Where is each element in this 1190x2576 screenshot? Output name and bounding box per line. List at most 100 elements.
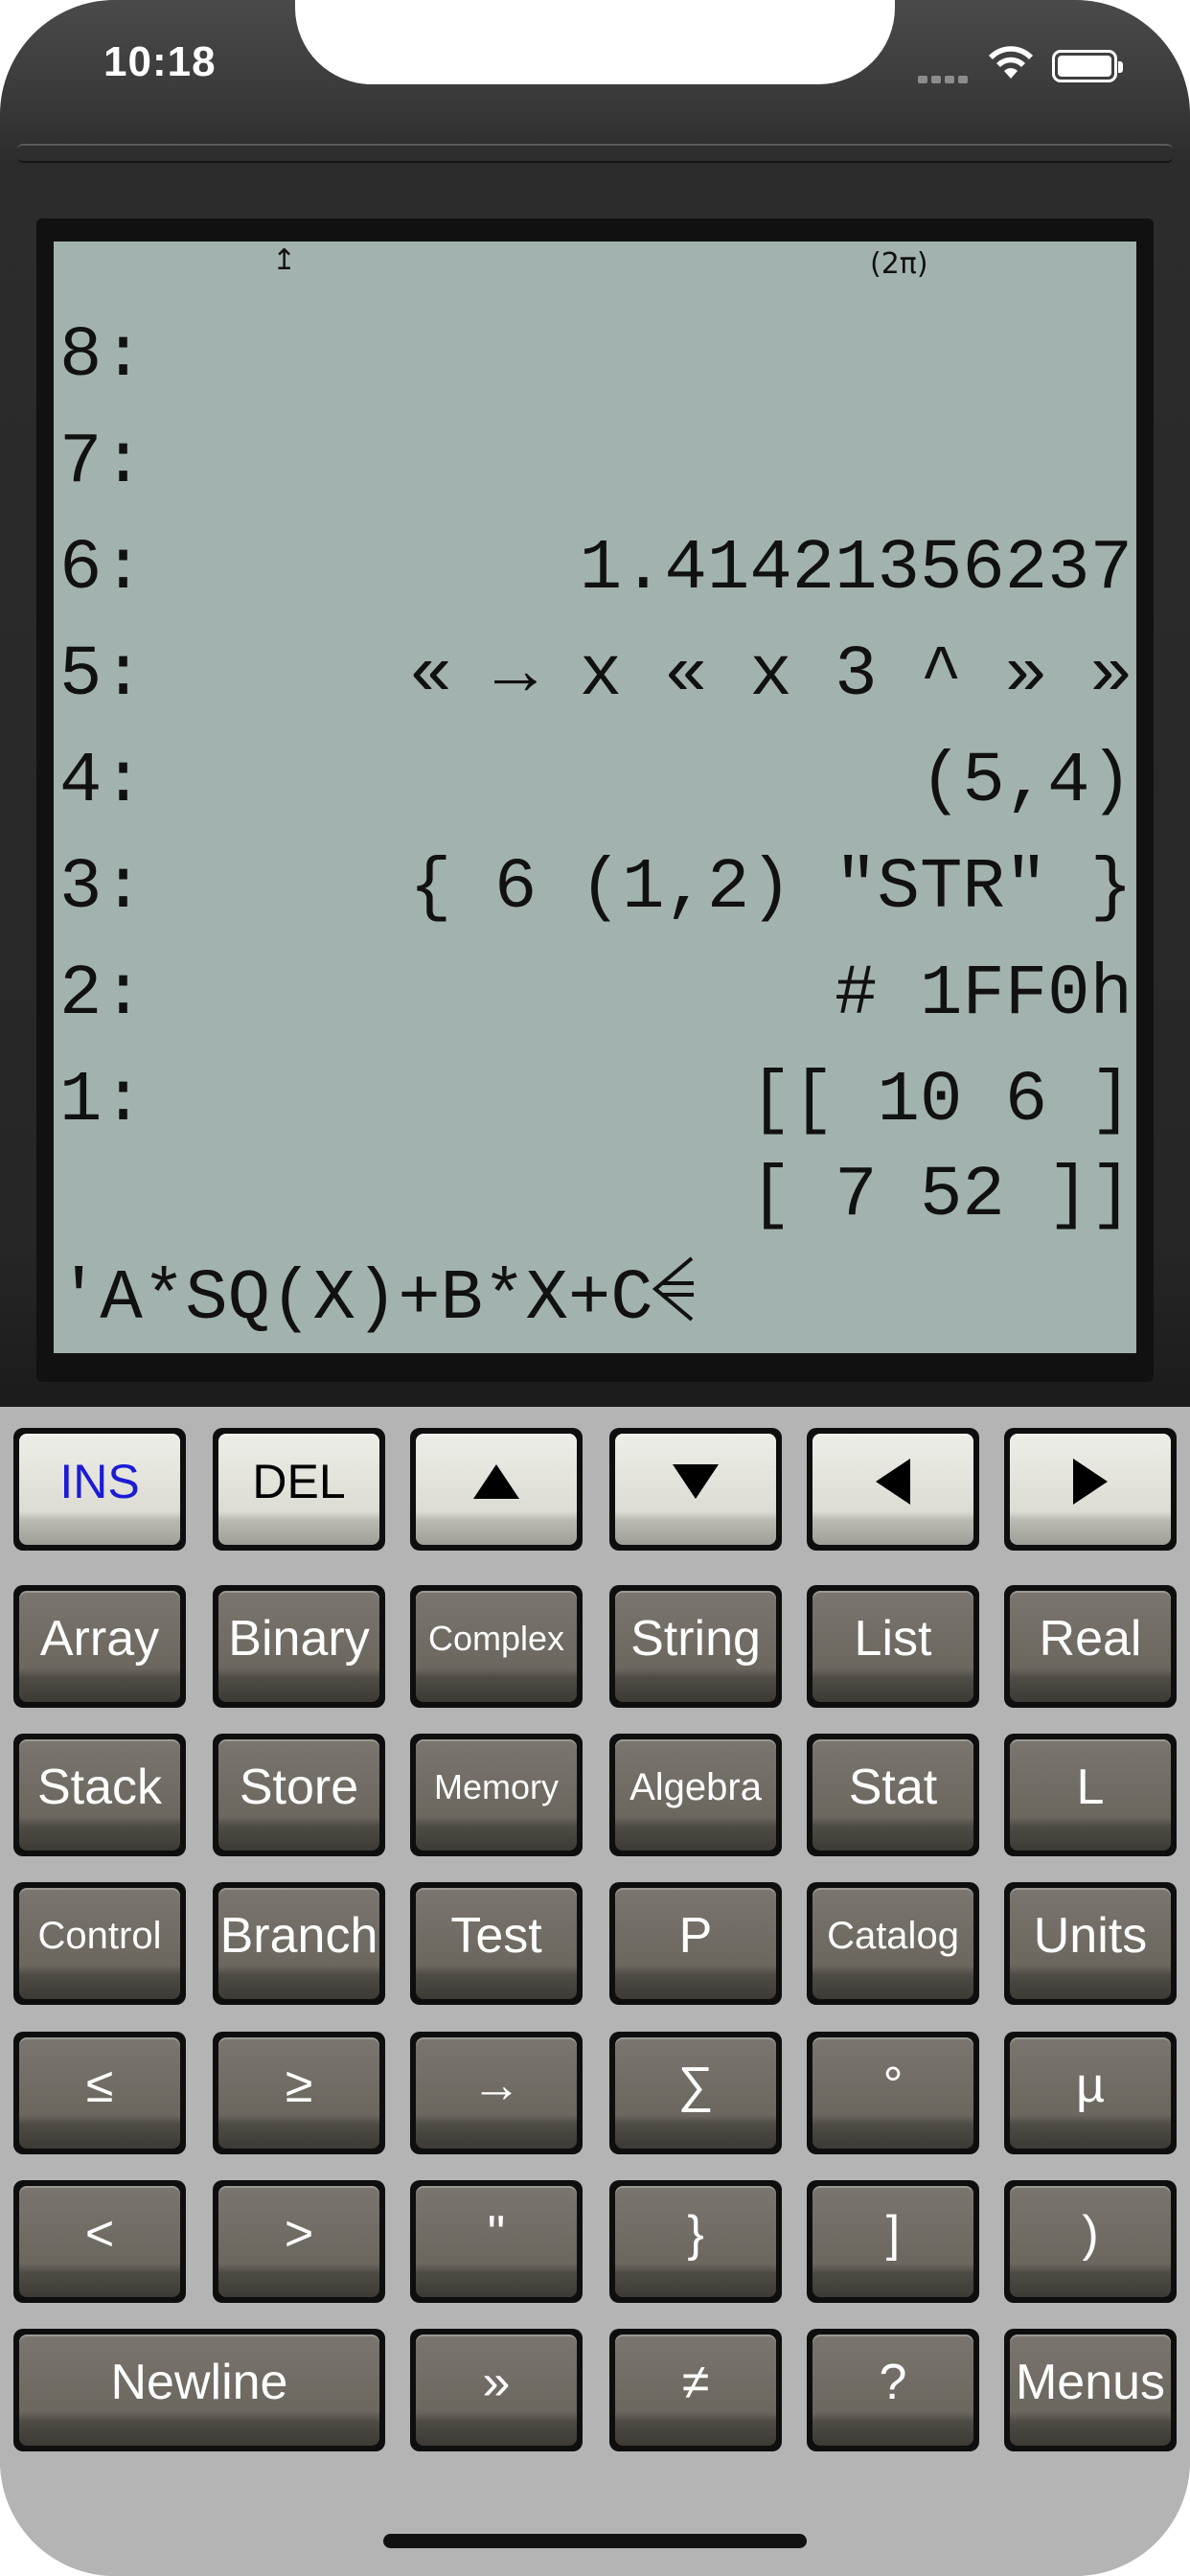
complex-key[interactable]: Complex <box>410 1585 583 1708</box>
status-time: 10:18 <box>103 38 217 85</box>
key-label: » <box>482 2355 511 2410</box>
stack-level-value: [ 7 52 ]] <box>749 1156 1133 1236</box>
stack-level-label: 2: <box>59 954 145 1035</box>
key-label: " <box>487 2206 506 2262</box>
stack-level-1[interactable]: 1: [[ 10 6 ] <box>54 1047 1136 1155</box>
binary-key[interactable]: Binary <box>213 1585 385 1708</box>
stack-level-6[interactable]: 6: 1.41421356237 <box>54 516 1136 623</box>
stack-level-4[interactable]: 4: (5,4) <box>54 728 1136 836</box>
stack-level-5[interactable]: 5: « → x « x 3 ^ » » <box>54 622 1136 729</box>
key-label: Test <box>450 1908 542 1964</box>
home-indicator[interactable] <box>383 2534 807 2548</box>
quote-key[interactable]: " <box>410 2180 583 2303</box>
close-brace-key[interactable]: } <box>609 2180 782 2303</box>
insert-cursor-icon <box>652 1256 694 1322</box>
stack-level-value: [[ 10 6 ] <box>749 1061 1133 1141</box>
del-key[interactable]: DEL <box>213 1428 385 1551</box>
string-key[interactable]: String <box>609 1585 782 1708</box>
key-label: Control <box>37 1914 162 1957</box>
question-key[interactable]: ? <box>807 2329 979 2451</box>
test-key[interactable]: Test <box>410 1882 583 2005</box>
ins-key[interactable]: INS <box>13 1428 186 1551</box>
stack-key[interactable]: Stack <box>13 1734 186 1856</box>
angle-mode-annunciator: (2π) <box>870 247 928 281</box>
close-program-key[interactable]: » <box>410 2329 583 2451</box>
catalog-key[interactable]: Catalog <box>807 1882 979 2005</box>
branch-key[interactable]: Branch <box>213 1882 385 2005</box>
down-key[interactable] <box>609 1428 782 1551</box>
stat-key[interactable]: Stat <box>807 1734 979 1856</box>
algebra-key[interactable]: Algebra <box>609 1734 782 1856</box>
device: 10:18 ↥ (2π) 8: 7: 6: 1.41421356237 5: «… <box>0 0 1190 2576</box>
l-key[interactable]: L <box>1004 1734 1177 1856</box>
stack-level-label: 1: <box>59 1061 145 1141</box>
stack-level-label: 3: <box>59 848 145 929</box>
key-label: Menus <box>1015 2355 1166 2410</box>
stack-level-2[interactable]: 2: # 1FF0h <box>54 941 1136 1048</box>
ins-key-label: INS <box>59 1455 140 1508</box>
micro-key[interactable]: µ <box>1004 2032 1177 2154</box>
greater-equal-key[interactable]: ≥ <box>213 2032 385 2154</box>
degree-key[interactable]: ° <box>807 2032 979 2154</box>
store-key[interactable]: Store <box>213 1734 385 1856</box>
del-key-label: DEL <box>252 1455 346 1508</box>
p-key[interactable]: P <box>609 1882 782 2005</box>
arrow-key[interactable]: → <box>410 2032 583 2154</box>
stack-level-value: # 1FF0h <box>835 954 1133 1035</box>
memory-key[interactable]: Memory <box>410 1734 583 1856</box>
stack-level-1-continuation: [ 7 52 ]] <box>54 1142 1136 1250</box>
stack-level-label: 8: <box>59 316 145 397</box>
key-label: → <box>471 2058 521 2113</box>
close-paren-key[interactable]: ) <box>1004 2180 1177 2303</box>
right-arrow-icon <box>1073 1459 1108 1505</box>
key-label: Store <box>239 1760 359 1815</box>
right-key[interactable] <box>1004 1428 1177 1551</box>
key-label: } <box>687 2206 704 2262</box>
less-than-key[interactable]: < <box>13 2180 186 2303</box>
stack-level-label: 5: <box>59 635 145 716</box>
left-key[interactable] <box>807 1428 979 1551</box>
key-label: Stack <box>36 1760 163 1815</box>
less-equal-key[interactable]: ≤ <box>13 2032 186 2154</box>
not-equal-key[interactable]: ≠ <box>609 2329 782 2451</box>
key-label: Algebra <box>629 1765 762 1808</box>
bezel-ridge <box>17 144 1173 163</box>
key-label: Catalog <box>827 1914 959 1957</box>
stack-level-value: (5,4) <box>919 742 1133 822</box>
key-label: Array <box>39 1611 160 1667</box>
key-label: ? <box>879 2355 907 2410</box>
annunciators: ↥ (2π) <box>54 242 1136 299</box>
sum-key[interactable]: ∑ <box>609 2032 782 2154</box>
key-label: ] <box>885 2206 901 2262</box>
list-key[interactable]: List <box>807 1585 979 1708</box>
key-label: < <box>84 2206 115 2262</box>
up-arrow-icon <box>473 1464 519 1499</box>
stack-level-label: 6: <box>59 529 145 610</box>
real-key[interactable]: Real <box>1004 1585 1177 1708</box>
menus-key[interactable]: Menus <box>1004 2329 1177 2451</box>
key-label: Newline <box>110 2355 288 2410</box>
stack-level-3[interactable]: 3: { 6 (1,2) "STR" } <box>54 835 1136 942</box>
array-key[interactable]: Array <box>13 1585 186 1708</box>
key-label: > <box>284 2206 314 2262</box>
battery-icon <box>1052 50 1123 82</box>
newline-key[interactable]: Newline <box>13 2329 385 2451</box>
close-bracket-key[interactable]: ] <box>807 2180 979 2303</box>
key-label: String <box>630 1611 761 1667</box>
units-key[interactable]: Units <box>1004 1882 1177 2005</box>
status-bar: 10:18 <box>0 0 1190 144</box>
stack-level-7[interactable]: 7: <box>54 409 1136 517</box>
key-label: Binary <box>228 1611 370 1667</box>
greater-than-key[interactable]: > <box>213 2180 385 2303</box>
key-label: List <box>854 1611 932 1667</box>
key-label: ∑ <box>677 2058 714 2113</box>
key-label: ≠ <box>681 2355 710 2410</box>
keyboard: INS DEL Array Binary Complex String List… <box>0 1407 1190 2576</box>
command-line[interactable]: 'A*SQ(X)+B*X+C <box>57 1246 698 1353</box>
control-key[interactable]: Control <box>13 1882 186 2005</box>
stack-level-8[interactable]: 8: <box>54 303 1136 410</box>
cellular-signal-icon <box>918 71 972 88</box>
key-label: Stat <box>848 1760 938 1815</box>
key-label: ) <box>1082 2206 1099 2262</box>
up-key[interactable] <box>410 1428 583 1551</box>
